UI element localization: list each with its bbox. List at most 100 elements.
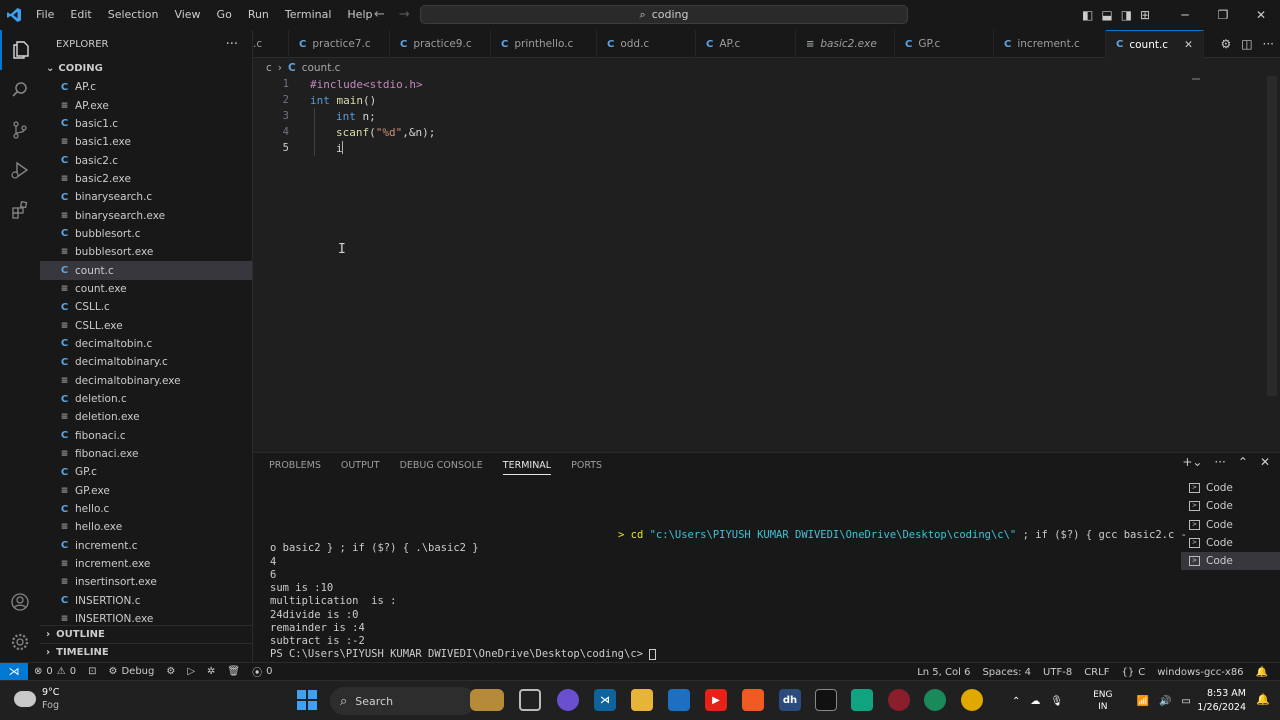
windows-start-icon[interactable]	[297, 690, 317, 710]
file-item[interactable]: ≡ deletion.exe	[40, 408, 252, 426]
file-item[interactable]: Cbasic2.c	[40, 151, 252, 169]
indentation[interactable]: Spaces: 4	[976, 667, 1037, 678]
timeline-section[interactable]: › TIMELINE	[40, 643, 253, 661]
terminal-instance[interactable]: > Code	[1181, 497, 1280, 515]
forward-arrow-icon[interactable]: →	[399, 0, 410, 30]
new-terminal-icon[interactable]: +⌄	[1182, 455, 1202, 469]
settings-gear-icon[interactable]: ⚙	[1220, 30, 1231, 58]
notification-icon[interactable]: 🔔	[1256, 693, 1270, 706]
tab-increment-c[interactable]: Cincrement.c	[994, 30, 1106, 58]
remote-indicator-icon[interactable]: ⋊	[0, 662, 28, 681]
file-item[interactable]: ≡ basic2.exe	[40, 170, 252, 188]
end-of-line[interactable]: CRLF	[1078, 667, 1115, 678]
file-item[interactable]: Cbasic1.c	[40, 115, 252, 133]
weather-widget[interactable]: 9°C Fog	[14, 686, 59, 712]
app-icon[interactable]	[888, 689, 910, 711]
file-item[interactable]: ≡ increment.exe	[40, 555, 252, 573]
close-window-icon[interactable]: ✕	[1242, 0, 1280, 30]
tab-debug-console[interactable]: DEBUG CONSOLE	[400, 460, 483, 471]
store-app-icon[interactable]	[668, 689, 690, 711]
folder-coding-header[interactable]: ⌄ CODING	[40, 59, 252, 78]
toggle-sidebar-icon[interactable]: ◧	[1082, 0, 1093, 30]
close-tab-icon[interactable]: ✕	[1184, 39, 1193, 51]
file-item[interactable]: Ccount.c	[40, 261, 252, 280]
extensions-icon[interactable]	[0, 190, 40, 230]
file-item[interactable]: ≡ decimaltobinary.exe	[40, 372, 252, 390]
code-line-3[interactable]: 3 int n;	[253, 108, 1193, 124]
more-actions-icon[interactable]: ···	[1263, 30, 1274, 58]
dh-app-icon[interactable]: dh	[779, 689, 801, 711]
volume-icon[interactable]: 🔊	[1159, 696, 1171, 707]
file-item[interactable]: ≡ count.exe	[40, 280, 252, 298]
problems-status[interactable]: ⊗ 0 ⚠ 0	[28, 666, 82, 677]
wifi-icon[interactable]: 📶	[1137, 696, 1149, 707]
news-widget-icon[interactable]	[470, 689, 504, 711]
code-line-5[interactable]: 5 i	[253, 140, 1193, 156]
account-icon[interactable]	[0, 582, 40, 622]
run-debug-icon[interactable]	[0, 150, 40, 190]
customize-layout-icon[interactable]: ⊞	[1140, 0, 1150, 30]
tab-GP-c[interactable]: C GP.c	[895, 30, 994, 58]
file-item[interactable]: ≡ fibonaci.exe	[40, 445, 252, 463]
file-item[interactable]: ≡ insertinsort.exe	[40, 573, 252, 591]
chrome-browser-icon[interactable]	[961, 689, 983, 711]
terminal-output[interactable]: > cd "c:\Users\PIYUSH KUMAR DWIVEDI\OneD…	[270, 477, 1187, 661]
ports-status[interactable]: ⦿ 0	[246, 664, 278, 679]
file-explorer-icon[interactable]	[631, 689, 653, 711]
close-panel-icon[interactable]: ✕	[1260, 455, 1270, 469]
build-icon[interactable]: ⊡	[82, 666, 102, 677]
taskbar-search[interactable]: ⌕ Search	[330, 687, 476, 715]
file-item[interactable]: Cfibonaci.c	[40, 427, 252, 445]
edge-browser-icon[interactable]	[924, 689, 946, 711]
tab-problems[interactable]: PROBLEMS	[269, 460, 321, 471]
notifications-bell-icon[interactable]: 🔔	[1250, 667, 1274, 678]
clock[interactable]: 8:53 AM 1/26/2024	[1197, 687, 1246, 715]
restore-icon[interactable]: ❐	[1204, 0, 1242, 30]
chat-app-icon[interactable]	[557, 689, 579, 711]
more-actions-icon[interactable]: ···	[1214, 455, 1225, 469]
language-indicator[interactable]: ENG IN	[1093, 689, 1112, 713]
menu-edit[interactable]: Edit	[62, 0, 99, 30]
outline-section[interactable]: › OUTLINE	[40, 625, 253, 643]
tab-ports[interactable]: PORTS	[571, 460, 602, 471]
file-item[interactable]: Cbinarysearch.c	[40, 188, 252, 206]
tab-printhello-c[interactable]: Cprinthello.c	[491, 30, 597, 58]
tab-output[interactable]: OUTPUT	[341, 460, 380, 471]
terminal-instance[interactable]: > Code	[1181, 479, 1280, 497]
run-icon[interactable]: ▷	[181, 666, 201, 677]
terminal-instance[interactable]: > Code	[1181, 552, 1280, 571]
menu-view[interactable]: View	[166, 0, 208, 30]
task-view-icon[interactable]	[519, 689, 541, 711]
chatgpt-app-icon[interactable]	[851, 689, 873, 711]
editor-scrollbar[interactable]	[1267, 76, 1277, 396]
file-item[interactable]: ≡ binarysearch.exe	[40, 206, 252, 224]
search-view-icon[interactable]	[0, 70, 40, 110]
breadcrumb-file[interactable]: count.c	[302, 62, 341, 74]
file-item[interactable]: Cdecimaltobinary.c	[40, 353, 252, 371]
minimap[interactable]	[1192, 78, 1200, 80]
file-item[interactable]: Cdecimaltobin.c	[40, 335, 252, 353]
vscode-taskbar-icon[interactable]: ⋊	[594, 689, 616, 711]
file-item[interactable]: C INSERTION.c	[40, 592, 252, 610]
file-item[interactable]: Cincrement.c	[40, 537, 252, 555]
github-app-icon[interactable]	[815, 689, 837, 711]
file-item[interactable]: ≡ CSLL.exe	[40, 316, 252, 334]
debug-status[interactable]: ⚙ Debug	[103, 666, 161, 677]
maximize-panel-icon[interactable]: ⌃	[1238, 455, 1248, 469]
code-line-1[interactable]: 1 #include<stdio.h>	[253, 76, 1193, 92]
language-mode[interactable]: {} C	[1115, 667, 1151, 678]
c-configuration[interactable]: windows-gcc-x86	[1151, 667, 1249, 678]
microphone-icon[interactable]: 🎙	[1050, 696, 1063, 707]
brave-browser-icon[interactable]	[742, 689, 764, 711]
file-item[interactable]: Cdeletion.c	[40, 390, 252, 408]
split-editor-icon[interactable]: ◫	[1241, 30, 1252, 58]
manage-gear-icon[interactable]	[0, 622, 40, 662]
more-actions-icon[interactable]: ···	[226, 37, 238, 52]
delete-icon[interactable]: 🗑	[221, 666, 246, 677]
code-line-4[interactable]: 4 scanf("%d",&n);	[253, 124, 1193, 140]
file-item[interactable]: C GP.c	[40, 463, 252, 481]
menu-selection[interactable]: Selection	[100, 0, 167, 30]
source-control-icon[interactable]	[0, 110, 40, 150]
terminal-instance[interactable]: > Code	[1181, 516, 1280, 534]
file-item[interactable]: ≡ bubblesort.exe	[40, 243, 252, 261]
